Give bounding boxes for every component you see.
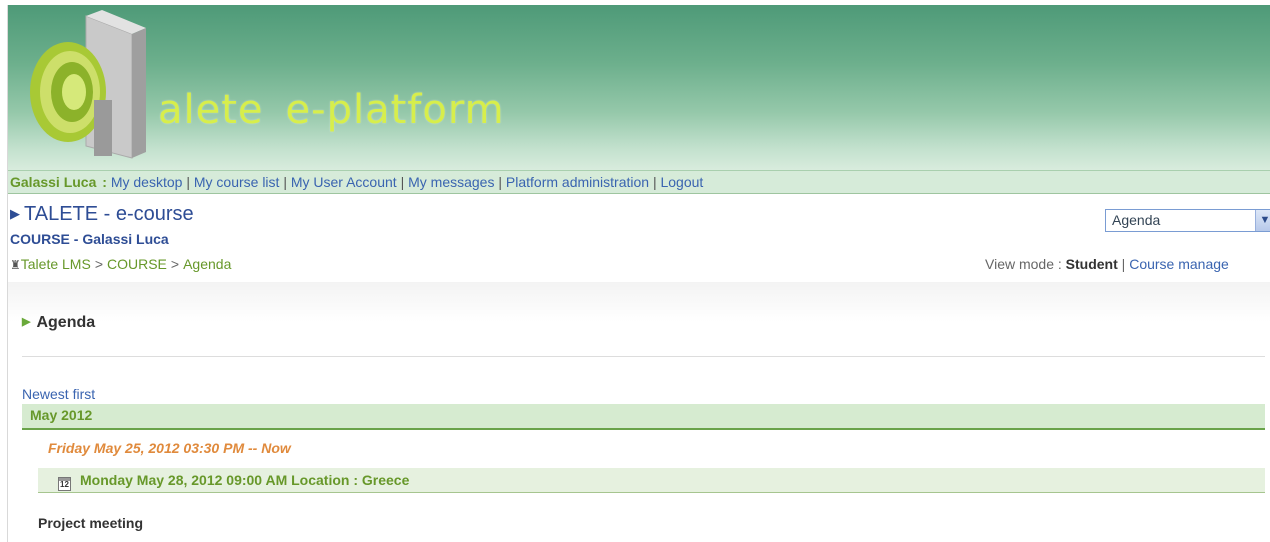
page-title: ▶ Agenda xyxy=(22,314,95,332)
content-header-band xyxy=(8,282,1270,322)
course-title[interactable]: ▶ TALETE - e-course xyxy=(10,203,194,226)
nav-separator: | xyxy=(494,174,506,190)
header-banner: alete e-platform xyxy=(8,5,1270,170)
logo-word-talete: alete xyxy=(158,87,264,133)
breadcrumb-item-talete-lms[interactable]: Talete LMS xyxy=(21,256,91,272)
nav-link-my-messages[interactable]: My messages xyxy=(408,174,494,190)
event-description: Project meeting xyxy=(38,515,144,531)
talete-logo-icon xyxy=(30,10,146,159)
home-icon: ♜ xyxy=(10,258,21,272)
breadcrumb: ♜Talete LMS > COURSE > Agenda xyxy=(10,256,231,272)
month-header: May 2012 xyxy=(22,404,1265,430)
nav-separator: | xyxy=(279,174,291,190)
course-title-text: TALETE - e-course xyxy=(24,203,194,225)
page: alete e-platform Galassi Luca : My deskto… xyxy=(0,0,1270,542)
nav-separator: | xyxy=(396,174,409,190)
nav-link-my-user-account[interactable]: My User Account xyxy=(291,174,397,190)
breadcrumb-item-agenda[interactable]: Agenda xyxy=(183,256,231,272)
event-datetime: Friday May 25, 2012 03:30 PM -- Now xyxy=(48,440,291,456)
course-subtitle: COURSE - Galassi Luca xyxy=(10,231,169,247)
user-name: Galassi Luca xyxy=(10,174,97,190)
triangle-bullet-icon: ▶ xyxy=(10,206,20,221)
nav-link-my-desktop[interactable]: My desktop xyxy=(111,174,183,190)
nav-link-my-course-list[interactable]: My course list xyxy=(194,174,280,190)
nav-separator: | xyxy=(649,174,661,190)
view-mode-separator: | xyxy=(1117,256,1130,272)
event-header[interactable]: 12 Monday May 28, 2012 09:00 AM Location … xyxy=(38,468,1265,493)
view-mode-label: View mode : xyxy=(985,256,1066,272)
logo-text: alete e-platform xyxy=(158,87,505,133)
triangle-bullet-icon: ▶ xyxy=(22,316,31,328)
tool-select-value: Agenda xyxy=(1112,212,1161,228)
nav-separator: | xyxy=(182,174,194,190)
sort-order-link[interactable]: Newest first xyxy=(22,386,95,402)
user-name-separator: : xyxy=(98,174,111,190)
event-header-text: Monday May 28, 2012 09:00 AM Location : … xyxy=(80,472,410,488)
view-mode-course-manager-link[interactable]: Course manage xyxy=(1129,256,1229,272)
divider xyxy=(22,356,1265,357)
logo-word-eplatform: e-platform xyxy=(285,87,505,133)
nav-link-logout[interactable]: Logout xyxy=(660,174,703,190)
view-mode-switch: View mode : Student | Course manage xyxy=(985,256,1229,272)
tool-select-dropdown[interactable]: Agenda ▼ xyxy=(1105,209,1270,232)
page-title-text: Agenda xyxy=(36,314,96,331)
breadcrumb-separator: > xyxy=(94,256,103,272)
user-navigation-bar: Galassi Luca : My desktop | My course li… xyxy=(8,170,1270,194)
view-mode-current: Student xyxy=(1065,256,1118,272)
calendar-icon: 12 xyxy=(58,477,71,491)
nav-link-platform-administration[interactable]: Platform administration xyxy=(506,174,649,190)
breadcrumb-item-course[interactable]: COURSE xyxy=(107,256,167,272)
dropdown-arrow-icon[interactable]: ▼ xyxy=(1255,210,1270,231)
breadcrumb-separator: > xyxy=(170,256,180,272)
